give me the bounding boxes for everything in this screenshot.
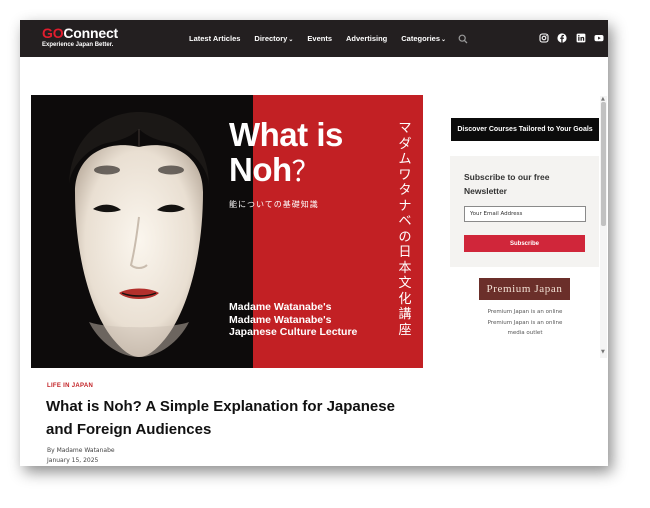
hero-title-line1: What is bbox=[229, 116, 343, 153]
premium-japan-banner[interactable]: Premium Japan bbox=[479, 278, 570, 300]
premium-japan-text: media outlet bbox=[507, 330, 543, 336]
subscribe-button[interactable]: Subscribe bbox=[464, 235, 585, 252]
nav-label: Directory bbox=[254, 34, 288, 43]
article-title[interactable]: What is Noh? A Simple Explanation for Ja… bbox=[46, 395, 406, 441]
premium-japan-text: Premium Japan is an online bbox=[487, 309, 563, 315]
article-date: January 15, 2025 bbox=[47, 457, 99, 464]
site-header: GOConnect Experience Japan Better. Lates… bbox=[20, 20, 608, 57]
main-nav: Latest Articles Directory⌄ Events Advert… bbox=[189, 20, 468, 57]
search-icon[interactable] bbox=[458, 34, 468, 44]
article-byline: By Madame Watanabe bbox=[47, 447, 115, 454]
nav-categories[interactable]: Categories⌄ bbox=[401, 34, 446, 43]
nav-label: Events bbox=[307, 34, 332, 43]
linkedin-icon[interactable] bbox=[576, 33, 586, 43]
scroll-down-arrow-icon[interactable]: ▼ bbox=[601, 350, 605, 355]
noh-mask-image bbox=[69, 112, 209, 357]
instagram-icon[interactable] bbox=[539, 33, 549, 43]
nav-advertising[interactable]: Advertising bbox=[346, 34, 387, 43]
logo-connect: Connect bbox=[63, 25, 118, 41]
logo-wordmark: GOConnect bbox=[42, 25, 118, 41]
hero-title-line2: Noh？ bbox=[229, 152, 343, 189]
scrollbar-thumb[interactable] bbox=[601, 102, 606, 226]
nav-events[interactable]: Events bbox=[307, 34, 332, 43]
hero-title: What is Noh？ bbox=[229, 117, 343, 189]
email-input[interactable] bbox=[464, 206, 586, 222]
facebook-icon[interactable] bbox=[557, 33, 567, 43]
hero-subtitle-jp: 能についての基礎知識 bbox=[229, 200, 319, 209]
hero-lecture-text: Madame Watanabe's Madame Watanabe's Japa… bbox=[229, 301, 357, 339]
site-logo[interactable]: GOConnect Experience Japan Better. bbox=[42, 25, 118, 49]
hero-lecture-line2: Madame Watanabe's bbox=[229, 313, 332, 326]
featured-image[interactable]: What is Noh？ 能についての基礎知識 マダムワタナベの日本文化講座 M… bbox=[31, 95, 423, 368]
nav-label: Advertising bbox=[346, 34, 388, 43]
premium-japan-text: Premium Japan is an online bbox=[487, 320, 563, 326]
hero-lecture-line3: Japanese Culture Lecture bbox=[229, 326, 358, 338]
logo-tagline: Experience Japan Better. bbox=[42, 42, 114, 48]
discover-courses-banner[interactable]: Discover Courses Tailored to Your Goals bbox=[451, 118, 599, 141]
hero-title-noh: Noh bbox=[229, 151, 292, 188]
chevron-down-icon: ⌄ bbox=[441, 37, 447, 43]
hero-lecture-line1: Madame Watanabe's bbox=[229, 301, 332, 313]
chevron-down-icon: ⌄ bbox=[288, 37, 294, 43]
hero-vertical-jp: マダムワタナベの日本文化講座 bbox=[398, 121, 412, 338]
newsletter-widget: Subscribe to our free Newsletter Subscri… bbox=[450, 156, 599, 267]
logo-go: GO bbox=[42, 25, 64, 41]
article-category-link[interactable]: LIFE IN JAPAN bbox=[47, 383, 93, 389]
nav-label: Categories bbox=[401, 34, 441, 43]
nav-label: Latest Articles bbox=[189, 34, 241, 43]
nav-latest-articles[interactable]: Latest Articles bbox=[189, 34, 240, 43]
scroll-up-arrow-icon[interactable]: ▲ bbox=[601, 97, 605, 102]
youtube-icon[interactable] bbox=[594, 33, 604, 43]
nav-directory[interactable]: Directory⌄ bbox=[254, 34, 293, 43]
newsletter-heading: Subscribe to our free Newsletter bbox=[464, 172, 550, 196]
hero-title-mark: ？ bbox=[291, 156, 320, 187]
browser-viewport: GOConnect Experience Japan Better. Lates… bbox=[20, 20, 608, 466]
